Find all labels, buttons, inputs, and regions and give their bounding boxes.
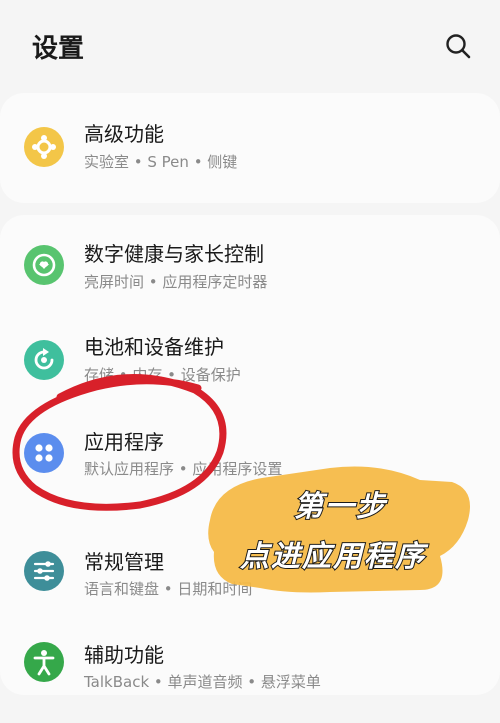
general-management-icon	[24, 551, 64, 591]
settings-item-subtitle: 实验室 • S Pen • 侧键	[84, 153, 238, 171]
device-care-icon	[24, 340, 64, 380]
settings-item-label: 电池和设备维护	[84, 335, 224, 359]
search-button[interactable]	[438, 26, 478, 66]
settings-item-label: 应用程序	[84, 430, 164, 454]
annotation-instruction-label: 点进应用程序	[239, 538, 427, 574]
settings-item-device-care[interactable]: 电池和设备维护 存储 • 内存 • 设备保护	[0, 325, 500, 415]
settings-item-subtitle: TalkBack • 单声道音频 • 悬浮菜单	[84, 673, 321, 691]
apps-icon	[24, 433, 64, 473]
settings-item-subtitle: 默认应用程序 • 应用程序设置	[84, 460, 283, 478]
settings-item-apps[interactable]: 应用程序 默认应用程序 • 应用程序设置	[0, 420, 500, 510]
annotation-step-label: 第一步	[293, 488, 388, 524]
header: 设置	[0, 0, 500, 90]
settings-item-subtitle: 存储 • 内存 • 设备保护	[84, 366, 241, 384]
settings-item-label: 常规管理	[84, 550, 164, 574]
advanced-features-icon	[24, 127, 64, 167]
search-icon	[446, 34, 471, 59]
settings-item-accessibility[interactable]: 辅助功能 TalkBack • 单声道音频 • 悬浮菜单	[0, 633, 500, 723]
settings-item-subtitle: 亮屏时间 • 应用程序定时器	[84, 273, 268, 291]
settings-item-label: 高级功能	[84, 122, 164, 146]
accessibility-icon	[24, 642, 64, 682]
settings-item-digital-wellbeing[interactable]: 数字健康与家长控制 亮屏时间 • 应用程序定时器	[0, 230, 500, 320]
page-title: 设置	[32, 34, 85, 64]
digital-wellbeing-icon	[24, 245, 64, 285]
settings-item-advanced-features[interactable]: 高级功能 实验室 • S Pen • 侧键	[0, 110, 500, 200]
settings-item-label: 辅助功能	[84, 643, 164, 667]
settings-item-subtitle: 语言和键盘 • 日期和时间	[84, 580, 253, 598]
settings-item-label: 数字健康与家长控制	[84, 242, 264, 266]
